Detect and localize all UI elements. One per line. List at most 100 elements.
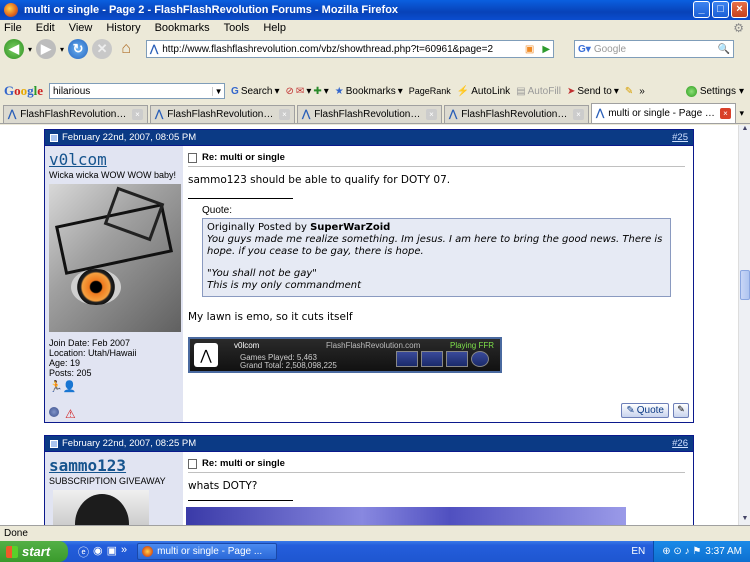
menu-file[interactable]: File [4, 22, 22, 34]
menu-edit[interactable]: Edit [36, 22, 55, 34]
scroll-down-icon[interactable]: ▼ [740, 515, 750, 525]
post-date: February 22nd, 2007, 08:25 PM [62, 438, 197, 449]
send-to-button[interactable]: ➤ Send to ▾ [567, 86, 619, 97]
tab-4[interactable]: ⋀ FlashFlashRevolution.com × [444, 105, 589, 123]
close-button[interactable]: × [731, 1, 748, 18]
tab-close-icon[interactable]: × [573, 109, 584, 120]
mail-icon: ✉ [295, 85, 305, 97]
post-number-link[interactable]: #26 [672, 438, 688, 449]
google-toolbar-query-input[interactable]: hilarious ▼ [49, 83, 226, 99]
quote-icon: ✎ [626, 405, 635, 416]
toolbar-misc-icons[interactable]: ⊘ ✉ ▾ ✚ ▾ [286, 86, 329, 97]
ie-icon[interactable]: ⓔ [78, 544, 89, 560]
star-icon: ★ [334, 85, 344, 97]
user-avatar [49, 184, 181, 332]
tab-5-active[interactable]: ⋀ multi or single - Page 2 -... × [591, 103, 736, 123]
quick-launch: ⓔ ◉ ▣ » [78, 544, 127, 560]
navigation-toolbar: ◀ ▾ ▶ ▾ ↻ ✕ ⌂ ⋀ http://www.flashflashrev… [0, 36, 750, 62]
multi-quote-button[interactable]: ✎ [673, 403, 689, 418]
firefox-window: multi or single - Page 2 - FlashFlashRev… [0, 0, 750, 562]
banner-username: v0lcom [234, 341, 260, 350]
google-engine-icon[interactable]: G▾ [578, 44, 591, 55]
firefox-quicklaunch-icon[interactable]: ◉ [93, 544, 103, 560]
tab-3[interactable]: ⋀FlashFlashRevolution Forum...× [297, 105, 442, 123]
site-favicon-icon: ⋀ [150, 43, 159, 55]
windows-taskbar: start ⓔ ◉ ▣ » multi or single - Page ...… [0, 541, 750, 562]
google-bookmarks-button[interactable]: ★ Bookmarks ▾ [335, 86, 403, 97]
post-number-link[interactable]: #25 [672, 132, 688, 143]
ffr-favicon-icon: ⋀ [596, 108, 605, 119]
menu-view[interactable]: View [69, 22, 93, 34]
window-title: multi or single - Page 2 - FlashFlashRev… [24, 4, 399, 16]
banner-status: Playing FFR [449, 341, 494, 350]
firefox-icon [4, 3, 18, 17]
tab-1[interactable]: ⋀FlashFlashRevolution Forum...× [3, 105, 148, 123]
google-logo[interactable]: Google [4, 83, 43, 99]
maximize-button[interactable]: □ [712, 1, 729, 18]
pagerank-indicator[interactable]: PageRank [409, 86, 451, 96]
start-button[interactable]: start [0, 541, 68, 562]
page-content: February 22nd, 2007, 08:05 PM #25 v0lcom… [0, 125, 738, 525]
location: Location: Utah/Hawaii [49, 348, 137, 358]
vertical-scrollbar[interactable]: ▲ ▼ [738, 125, 750, 525]
username-link[interactable]: v0lcom [49, 150, 179, 169]
post-status-icon [50, 439, 58, 448]
back-history-dropdown-icon[interactable]: ▾ [28, 45, 32, 54]
tab-close-icon[interactable]: × [132, 109, 143, 120]
scrollbar-thumb[interactable] [740, 270, 750, 300]
message-pane: Re: multi or single whats DOTY? [183, 452, 693, 525]
minimize-button[interactable]: _ [693, 1, 710, 18]
report-post-icon[interactable]: ⚠ [65, 407, 76, 421]
menu-bookmarks[interactable]: Bookmarks [155, 22, 210, 34]
taskbar-firefox-window[interactable]: multi or single - Page ... [137, 543, 278, 560]
menu-tools[interactable]: Tools [224, 22, 250, 34]
quote-button[interactable]: ✎ Quote [621, 403, 669, 418]
url-bar[interactable]: ⋀ http://www.flashflashrevolution.com/vb… [146, 40, 555, 58]
tab-list-chevron-icon[interactable]: ▾ [739, 108, 744, 119]
clock: 3:37 AM [705, 546, 742, 557]
activity-throbber-icon: ⚙ [733, 21, 744, 35]
media-icon[interactable]: ▣ [107, 544, 117, 560]
autolink-button[interactable]: ⚡ AutoLink [457, 86, 510, 97]
quicklaunch-more-icon[interactable]: » [121, 544, 127, 560]
search-box[interactable]: G▾ Google 🔍 [574, 40, 735, 58]
go-arrow-icon[interactable]: ▶ [542, 44, 550, 55]
chevron-down-icon[interactable]: ▼ [212, 86, 224, 96]
forward-button[interactable]: ▶ [36, 39, 57, 59]
username-link[interactable]: sammo123 [49, 456, 179, 475]
post-text: whats DOTY? [188, 480, 258, 492]
reload-button[interactable]: ↻ [68, 39, 89, 59]
banner-grand-total: Grand Total: 2,508,098,225 [240, 361, 337, 370]
menu-history[interactable]: History [106, 22, 140, 34]
tray-icons[interactable]: ⊕ ⊙ ♪ ⚑ [662, 546, 701, 557]
highlighter-icon[interactable]: ✎ [625, 86, 633, 97]
home-button[interactable]: ⌂ [116, 39, 136, 59]
rss-feed-icon[interactable]: ▣ [525, 44, 534, 55]
search-icon[interactable]: 🔍 [718, 44, 730, 55]
award-icon: 👤 [62, 381, 77, 393]
tab-2[interactable]: ⋀FlashFlashRevolution Forum...× [150, 105, 295, 123]
scroll-up-icon[interactable]: ▲ [740, 125, 750, 135]
tab-close-icon[interactable]: × [426, 109, 437, 120]
tab-close-icon[interactable]: × [279, 109, 290, 120]
user-title: SUBSCRIPTION GIVEAWAY [49, 476, 166, 486]
avatar-eye-graphic [71, 269, 121, 305]
age: Age: 19 [49, 358, 81, 368]
post-body: v0lcom Wicka wicka WOW WOW baby! Join Da… [45, 146, 693, 422]
language-indicator[interactable]: EN [631, 546, 645, 557]
toolbar-overflow-button[interactable]: » [639, 86, 645, 97]
autofill-button[interactable]: ▤ AutoFill [516, 86, 561, 97]
user-award-icons: 🏃👤 [49, 380, 179, 393]
ffr-logo-icon: ⋀ [194, 343, 218, 367]
back-button[interactable]: ◀ [4, 39, 24, 59]
forward-history-dropdown-icon[interactable]: ▾ [60, 45, 64, 54]
ffr-favicon-icon: ⋀ [449, 109, 458, 120]
tab-close-icon[interactable]: × [720, 108, 731, 119]
menu-help[interactable]: Help [263, 22, 286, 34]
google-settings-button[interactable]: Settings ▾ [685, 85, 744, 97]
divider [188, 500, 293, 501]
url-text: http://www.flashflashrevolution.com/vbz/… [162, 43, 494, 55]
ffr-signature-banner[interactable]: ⋀ v0lcom FlashFlashRevolution.com Playin… [188, 337, 502, 373]
google-search-button[interactable]: G Search ▾ [231, 86, 280, 97]
stop-button[interactable]: ✕ [92, 39, 113, 59]
